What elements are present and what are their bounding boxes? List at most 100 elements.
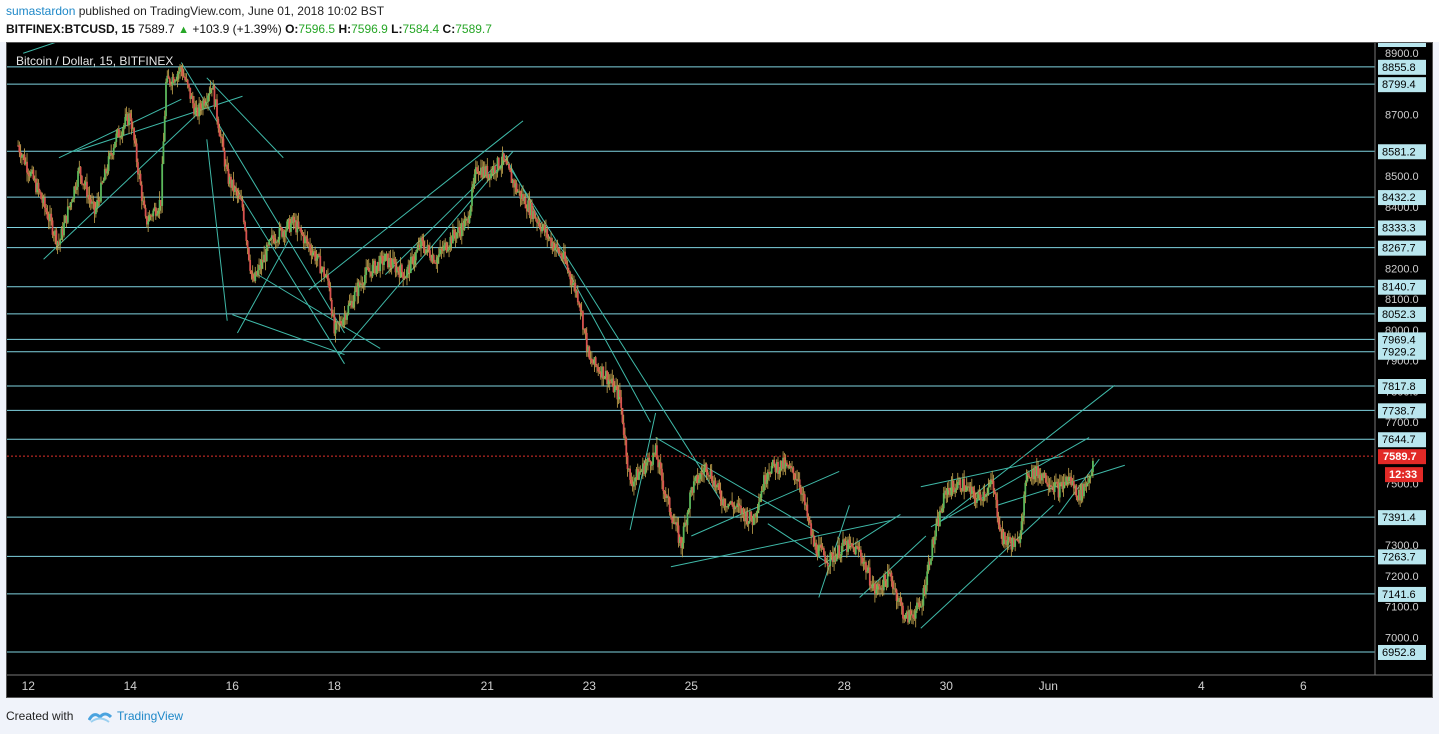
y-tick-label: 7700.0 [1385,417,1419,429]
candle-body [100,182,102,202]
candle-body [995,493,997,500]
x-tick-label: 16 [226,679,240,693]
candle-body [629,468,631,480]
tradingview-link[interactable]: TradingView [117,709,183,723]
candle-body [191,95,194,104]
candle-body [682,526,685,543]
candle-body [217,118,220,129]
chart-title: Bitcoin / Dollar, 15, BITFINEX [16,54,173,68]
candle-body [686,512,689,526]
candle-body [425,249,427,254]
candle-body [256,270,259,276]
candle-body [645,462,648,466]
candle-body [933,536,936,545]
candle-body [393,258,396,263]
candle-body [181,69,184,77]
candle-body [135,143,138,163]
candle-body [384,253,387,262]
candle-body [79,166,82,176]
current-price-label: 7589.7 [1383,451,1417,463]
candle-body [397,267,399,271]
level-price-label: 8799.4 [1382,79,1416,91]
candle-body [45,208,48,212]
author-link[interactable]: sumastardon [6,4,75,18]
candle-body [904,614,907,619]
candle-body [339,321,342,324]
candle-body [383,261,385,265]
candle-body [839,555,842,558]
candle-body [77,171,79,187]
candle-body [306,238,309,244]
candle-body [988,484,991,487]
candle-body [375,265,378,274]
candle-body [246,240,249,248]
candle-body [300,228,303,233]
candle-body [640,470,643,472]
candle-body [371,264,374,277]
candle-body [538,222,541,228]
candle-body [914,610,917,619]
candle-body [134,140,137,144]
candle-body [409,256,412,274]
candle-body [939,510,941,527]
candle-body [106,171,109,174]
candle-body [175,79,178,81]
candle-body [810,523,813,536]
candle-body [137,162,139,175]
candle-body [463,220,466,231]
price-chart[interactable]: Bitcoin / Dollar, 15, BITFINEX 7000.0 7100… [7,43,1432,697]
candle-body [1006,540,1009,545]
candle-body [494,165,496,173]
candle-body [564,251,566,262]
candle-body [817,545,820,557]
candle-body [875,589,878,594]
candle-body [290,223,292,232]
candle-body [140,184,143,201]
tradingview-logo-icon [88,712,112,723]
candle-body [139,173,142,185]
candle-body [993,490,996,494]
candle-body [921,605,923,607]
candle-body [309,244,311,251]
level-price-label: 8333.3 [1382,222,1416,234]
candle-body [352,301,355,308]
footer: Created with TradingView [0,700,1439,734]
candle-body [157,210,160,214]
candle-body [1016,539,1019,541]
open-label: O: [285,22,299,36]
candle-body [984,494,987,497]
candle-body [500,165,503,169]
candle-body [240,198,243,200]
candle-body [406,269,408,278]
x-tick-label: 25 [685,679,699,693]
candle-body [807,516,810,520]
candle-body [162,141,165,165]
candle-body [1019,533,1022,543]
candle-body [163,116,166,142]
level-price-label: 8855.8 [1382,62,1416,74]
candle-body [329,287,332,300]
candle-body [307,243,310,245]
candle-body [698,479,700,483]
candle-body [218,128,221,137]
candle-body [793,473,796,480]
candle-body [1044,473,1047,483]
chart-area[interactable]: Bitcoin / Dollar, 15, BITFINEX 7000.0 7100… [6,42,1433,698]
candle-body [976,498,978,503]
candle-body [676,522,679,526]
candle-body [624,434,626,439]
candle-body [86,181,88,198]
candle-body [979,494,982,500]
candle-body [633,481,635,487]
candle-body [468,215,471,223]
level-price-label: 7929.2 [1382,347,1416,359]
candle-body [912,614,915,618]
candle-body [174,80,176,83]
candle-body [773,459,776,464]
candle-body [110,152,113,155]
candle-body [366,266,369,268]
close-value: 7589.7 [455,22,492,36]
candle-body [342,319,345,326]
candle-body [891,581,894,589]
candle-body [272,235,274,239]
